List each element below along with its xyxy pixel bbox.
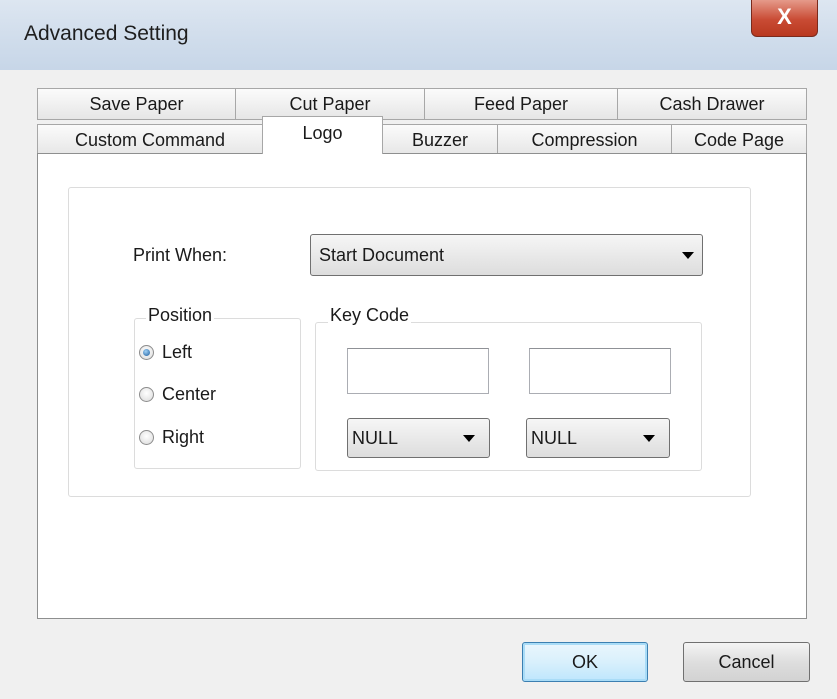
- chevron-down-icon[interactable]: [463, 435, 475, 442]
- tab-save-paper[interactable]: Save Paper: [37, 88, 236, 120]
- chevron-down-icon[interactable]: [682, 252, 694, 259]
- position-radio-right[interactable]: Right: [139, 427, 204, 448]
- print-when-select[interactable]: Start Document: [310, 234, 703, 276]
- title-bar: Advanced Setting X: [0, 0, 837, 70]
- tab-compression[interactable]: Compression: [497, 124, 672, 156]
- print-when-value: Start Document: [319, 244, 445, 265]
- tab-code-page[interactable]: Code Page: [671, 124, 807, 156]
- key-code-group-label: Key Code: [328, 305, 412, 326]
- tab-feed-paper[interactable]: Feed Paper: [424, 88, 618, 120]
- window-title: Advanced Setting: [24, 22, 189, 45]
- tab-label: Cash Drawer: [659, 93, 765, 114]
- key-code-select-2[interactable]: NULL: [526, 418, 670, 458]
- tab-label: Compression: [531, 129, 638, 150]
- radio-label: Right: [162, 427, 205, 447]
- position-group-label: Position: [146, 305, 215, 326]
- tab-label: Custom Command: [74, 129, 226, 150]
- close-button[interactable]: X: [751, 0, 818, 37]
- tab-logo[interactable]: Logo: [262, 116, 383, 154]
- tab-label: Buzzer: [411, 129, 469, 150]
- key-code-select-2-value: NULL: [531, 427, 578, 448]
- radio-unchecked-icon[interactable]: [139, 387, 154, 402]
- tab-label: Feed Paper: [473, 93, 569, 114]
- ok-button-label: OK: [571, 651, 598, 672]
- tab-label: Code Page: [693, 129, 785, 150]
- tab-buzzer[interactable]: Buzzer: [382, 124, 498, 156]
- key-code-select-1-value: NULL: [352, 427, 399, 448]
- print-when-label: Print When:: [133, 245, 228, 265]
- cancel-button-label: Cancel: [718, 651, 775, 672]
- tab-label: Logo: [302, 123, 343, 143]
- cancel-button[interactable]: Cancel: [683, 642, 810, 682]
- tab-label: Cut Paper: [289, 93, 371, 114]
- radio-label: Center: [162, 384, 217, 404]
- position-radio-center[interactable]: Center: [139, 384, 216, 405]
- position-radio-left[interactable]: Left: [139, 342, 192, 363]
- tab-label: Save Paper: [89, 93, 184, 114]
- logo-tab-panel: Print When: Start Document Position Left…: [37, 153, 807, 619]
- ok-button[interactable]: OK: [522, 642, 648, 682]
- key-code-input-1[interactable]: [347, 348, 489, 394]
- tab-custom-command[interactable]: Custom Command: [37, 124, 263, 156]
- tab-cash-drawer[interactable]: Cash Drawer: [617, 88, 807, 120]
- key-code-select-1[interactable]: NULL: [347, 418, 490, 458]
- close-icon: X: [777, 4, 792, 29]
- key-code-input-2[interactable]: [529, 348, 671, 394]
- radio-label: Left: [162, 342, 193, 362]
- chevron-down-icon[interactable]: [643, 435, 655, 442]
- radio-checked-icon[interactable]: [139, 345, 154, 360]
- radio-unchecked-icon[interactable]: [139, 430, 154, 445]
